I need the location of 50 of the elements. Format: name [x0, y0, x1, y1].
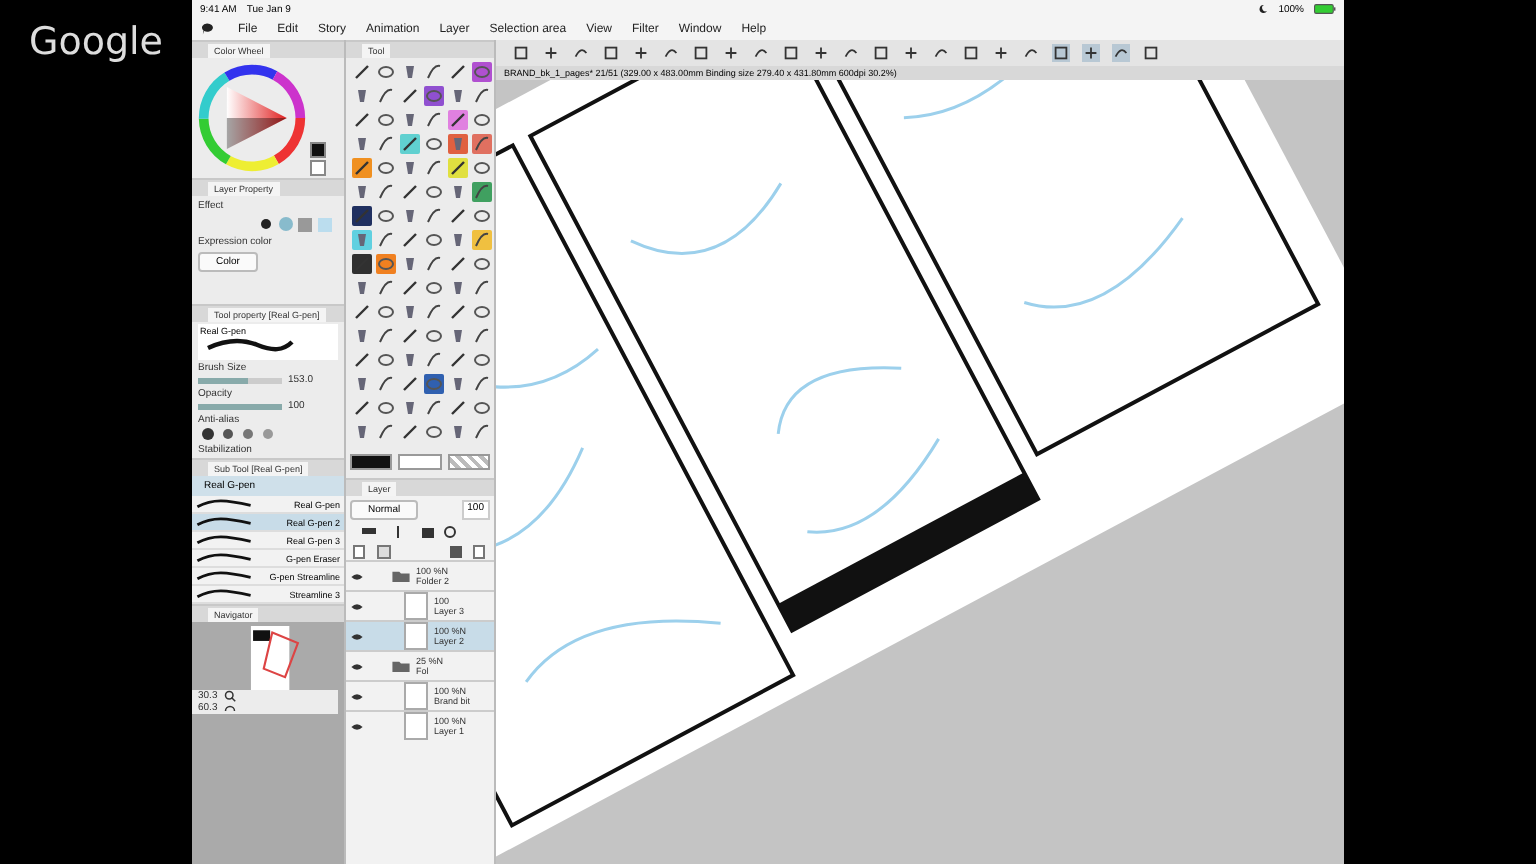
transparent-color-box[interactable] — [447, 454, 490, 470]
main-color-swatch[interactable] — [310, 142, 326, 158]
brush-stroke-icon — [196, 588, 252, 600]
toolbar-icon[interactable] — [632, 44, 650, 62]
layer-thumbnail — [404, 622, 428, 650]
color-wheel[interactable] — [194, 60, 310, 176]
rotate-icon[interactable] — [223, 702, 236, 714]
toolbar-icon[interactable] — [812, 44, 830, 62]
sub-color-swatch[interactable] — [310, 160, 326, 176]
folder-icon — [392, 570, 410, 582]
eye-icon[interactable] — [350, 721, 364, 731]
eye-icon[interactable] — [350, 661, 364, 671]
toolbar-icon[interactable] — [1142, 44, 1160, 62]
toolbar-icon[interactable] — [1112, 44, 1130, 62]
toolbar-icon[interactable] — [902, 44, 920, 62]
brush-stroke-icon — [196, 534, 252, 546]
setting-slider[interactable] — [198, 403, 282, 409]
brush-stroke-icon — [196, 516, 252, 528]
toolbar-icon[interactable] — [1082, 44, 1100, 62]
tool-icon[interactable] — [448, 110, 468, 130]
toolbar-icon[interactable] — [542, 44, 560, 62]
app-logo-icon[interactable] — [200, 22, 214, 36]
eye-icon[interactable] — [350, 631, 364, 641]
layer-thumbnail — [404, 712, 428, 740]
tool-icon[interactable] — [400, 134, 420, 154]
brush-stroke-icon — [196, 570, 252, 582]
video-logo-text: Google — [28, 20, 163, 64]
anti-alias-options[interactable] — [198, 426, 278, 442]
tool-icon[interactable] — [472, 230, 492, 250]
battery-icon — [1314, 4, 1336, 14]
setting-slider[interactable] — [198, 377, 282, 383]
sub-color-box[interactable] — [398, 454, 442, 470]
tool-icon[interactable] — [352, 158, 372, 178]
eye-icon[interactable] — [350, 691, 364, 701]
effect-icons[interactable] — [258, 216, 338, 232]
toolbar-icon[interactable] — [992, 44, 1010, 62]
toolbar-icon[interactable] — [512, 44, 530, 62]
brush-stroke-icon — [196, 552, 252, 564]
eye-icon[interactable] — [350, 601, 364, 611]
zoom-icon[interactable] — [223, 690, 236, 702]
eye-icon[interactable] — [350, 571, 364, 581]
tool-icon[interactable] — [448, 158, 468, 178]
layer-thumbnail — [404, 592, 428, 620]
toolbar-icon[interactable] — [722, 44, 740, 62]
layer-thumbnail — [404, 682, 428, 710]
layer-tools-icons[interactable] — [350, 524, 490, 560]
brush-stroke-icon — [196, 498, 252, 510]
moon-icon — [1258, 4, 1269, 14]
main-color-box[interactable] — [350, 454, 393, 470]
folder-icon — [392, 660, 410, 672]
